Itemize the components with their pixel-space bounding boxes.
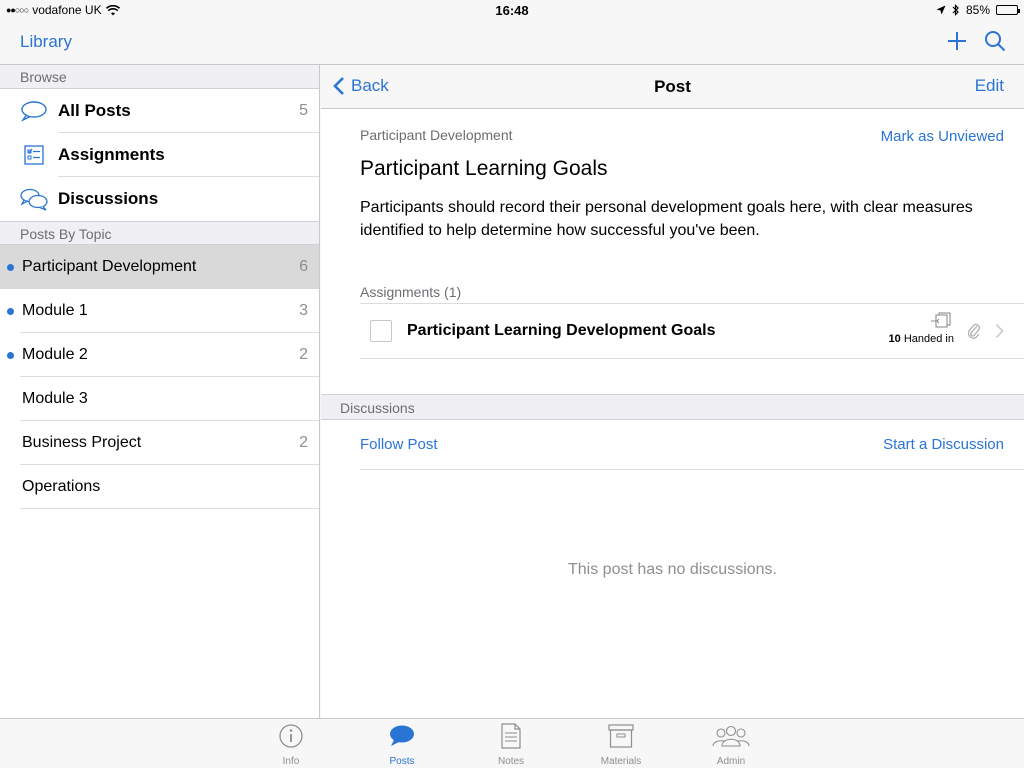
topic-label: Module 3 (22, 390, 88, 407)
sidebar-topic-business-project[interactable]: Business Project 2 (0, 421, 319, 465)
checklist-icon (24, 145, 44, 165)
follow-post-button[interactable]: Follow Post (360, 436, 438, 453)
tab-materials[interactable]: Materials (581, 723, 661, 767)
sidebar: Browse All Posts 5 Assignments Discussio… (0, 65, 320, 718)
sidebar-item-label: All Posts (58, 101, 131, 120)
detail-title: Post (654, 77, 691, 96)
sidebar-topic-participant-development[interactable]: Participant Development 6 (0, 245, 319, 289)
topic-count: 2 (299, 346, 308, 363)
topic-label: Business Project (22, 434, 142, 451)
divider (360, 469, 1024, 470)
sidebar-topic-operations[interactable]: Operations (0, 465, 319, 509)
tab-label: Posts (389, 756, 415, 767)
sidebar-item-discussions[interactable]: Discussions (0, 177, 319, 221)
library-button[interactable]: Library (20, 32, 72, 52)
bluetooth-icon (952, 4, 959, 16)
discussions-header: Discussions (321, 394, 1024, 420)
tab-admin[interactable]: Admin (691, 723, 771, 767)
detail-nav-bar: Back Post Edit (321, 65, 1024, 109)
handed-in-summary: 10 Handed in (889, 312, 954, 345)
sidebar-item-label: Discussions (58, 189, 159, 208)
top-bar-actions (946, 30, 1006, 52)
hand-in-stack-icon (931, 312, 951, 328)
battery-icon (996, 5, 1020, 15)
plus-icon[interactable] (946, 30, 968, 52)
sidebar-item-assignments[interactable]: Assignments (0, 133, 319, 177)
tab-label: Admin (716, 756, 746, 767)
tab-label: Info (282, 756, 300, 767)
battery-percent: 85% (965, 3, 990, 17)
speech-bubble-icon (20, 101, 47, 122)
unread-dot (7, 351, 14, 359)
paperclip-icon (967, 323, 980, 339)
topic-count: 2 (299, 434, 308, 451)
tab-bar: Info Posts Notes Materials Admin (0, 718, 1024, 768)
topic-label: Module 2 (22, 346, 88, 363)
info-icon (279, 724, 303, 748)
discussion-bubbles-icon (20, 188, 48, 211)
notes-icon (501, 723, 521, 749)
handed-in-count: 10 (888, 333, 901, 345)
status-time: 16:48 (495, 3, 529, 18)
mark-unviewed-button[interactable]: Mark as Unviewed (881, 128, 1004, 145)
status-right: 85% (936, 3, 1020, 17)
location-arrow-icon (936, 5, 946, 15)
post-title: Participant Learning Goals (360, 157, 608, 180)
topic-count: 6 (299, 258, 308, 275)
topic-count: 3 (299, 302, 308, 319)
search-icon[interactable] (984, 30, 1006, 52)
tab-info[interactable]: Info (251, 723, 331, 767)
sidebar-topic-module-2[interactable]: Module 2 2 (0, 333, 319, 377)
sidebar-item-count: 5 (299, 102, 308, 119)
unread-dot (7, 307, 14, 315)
topics-header: Posts By Topic (0, 221, 319, 245)
post-topic: Participant Development (360, 127, 513, 143)
sidebar-item-label: Assignments (58, 145, 165, 164)
topic-label: Operations (22, 478, 101, 495)
chevron-right-icon (995, 323, 1004, 339)
empty-discussions-message: This post has no discussions. (568, 561, 777, 578)
materials-box-icon (608, 724, 634, 748)
topic-label: Participant Development (22, 258, 197, 275)
start-discussion-button[interactable]: Start a Discussion (883, 436, 1004, 453)
assignment-title: Participant Learning Development Goals (407, 322, 716, 339)
top-nav-bar: Library (0, 20, 1024, 65)
topic-label: Module 1 (22, 302, 88, 319)
post-body: Participants should record their persona… (360, 199, 973, 239)
tab-posts[interactable]: Posts (362, 723, 442, 767)
admin-people-icon (712, 725, 750, 747)
status-bar: ●●○○○ vodafone UK 16:48 85% (0, 0, 1024, 20)
tab-label: Materials (600, 756, 642, 767)
assignment-row[interactable]: Participant Learning Development Goals 1… (360, 303, 1024, 359)
sidebar-topic-module-3[interactable]: Module 3 (0, 377, 319, 421)
edit-button[interactable]: Edit (975, 76, 1004, 96)
tab-label: Notes (497, 756, 525, 767)
post-detail: Participant Development Mark as Unviewed… (321, 109, 1024, 718)
unread-dot (7, 263, 14, 271)
sidebar-item-all-posts[interactable]: All Posts 5 (0, 89, 319, 133)
assignment-checkbox[interactable] (370, 320, 392, 342)
handed-in-label: Handed in (903, 333, 954, 345)
assignments-header: Assignments (1) (360, 284, 462, 300)
sidebar-topic-module-1[interactable]: Module 1 3 (0, 289, 319, 333)
posts-bubble-icon (390, 725, 414, 746)
tab-notes[interactable]: Notes (471, 723, 551, 767)
browse-header: Browse (0, 65, 319, 89)
